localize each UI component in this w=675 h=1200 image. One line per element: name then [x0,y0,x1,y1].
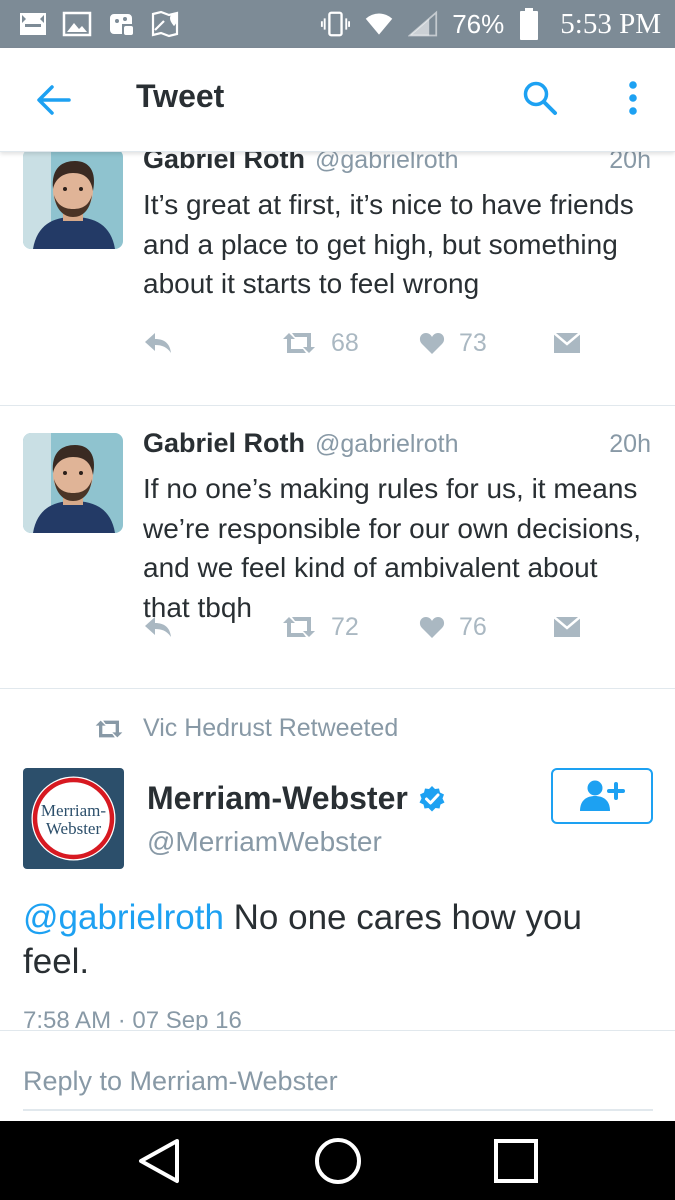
battery-percent: 76% [452,8,505,39]
avatar[interactable] [23,433,123,533]
add-user-icon [580,780,625,811]
reply-input[interactable] [23,1053,653,1111]
verified-badge-icon [419,785,445,811]
reply-button[interactable] [143,607,173,647]
triangle-back-icon [139,1139,179,1183]
tweet-header: Gabriel Roth @gabrielroth 20h [143,428,651,468]
heart-icon [419,617,445,638]
search-icon [523,81,557,115]
logo-text-line1: Merriam- [41,801,106,820]
status-clock: 5:53 PM [560,7,661,40]
notification-icon [18,10,48,38]
android-nav-bar [0,1121,675,1200]
gallery-icon [62,10,92,38]
nav-back-button[interactable] [131,1133,187,1189]
back-button[interactable] [30,78,76,122]
like-count: 73 [459,328,487,357]
like-count: 76 [459,612,487,641]
direct-message-button[interactable] [553,323,581,363]
wifi-icon [364,10,394,38]
author-handle[interactable]: @gabrielroth [315,430,459,459]
retweet-icon [283,617,315,637]
avatar[interactable] [23,152,123,249]
reply-icon [145,333,171,353]
status-left [18,10,180,38]
like-button[interactable]: 73 [419,323,487,363]
retweet-icon [95,720,123,738]
tweet-header: Gabriel Roth @gabrielroth 20h [143,152,651,184]
signal-icon [408,10,438,38]
like-button[interactable]: 76 [419,607,487,647]
tweet-text: If no one’s making rules for us, it mean… [143,473,642,623]
retweet-count: 68 [331,328,359,357]
more-options-button[interactable] [614,76,652,120]
tweet-text: It’s great at first, it’s nice to have f… [143,189,634,299]
status-bar: 76% 5:53 PM [0,0,675,48]
search-button[interactable] [518,76,562,120]
retweet-context[interactable]: Vic Hedrust Retweeted [0,712,675,746]
envelope-icon [553,616,581,637]
retweeted-by-label: Vic Hedrust Retweeted [143,714,399,742]
page-title: Tweet [136,78,225,114]
square-recents-icon [494,1139,538,1183]
retweet-icon [283,333,315,353]
battery-icon [518,8,540,40]
retweeted-tweet-text: @gabrielroth No one cares how you feel. [23,896,653,984]
tweet-time: 20h [609,152,651,174]
tweet-actions: 72 76 [143,607,603,647]
logo-text-line2: Webster [46,819,102,838]
author-name[interactable]: Gabriel Roth [143,152,305,175]
envelope-icon [553,332,581,353]
reply-bar [0,1030,675,1121]
more-vertical-icon [629,81,637,115]
nav-home-button[interactable] [310,1133,366,1189]
retweet-button[interactable]: 68 [281,323,359,363]
circle-home-icon [315,1138,361,1184]
retweet-count: 72 [331,612,359,641]
vibrate-icon [320,10,351,38]
author-handle[interactable]: @MerriamWebster [147,826,382,858]
retweet-button[interactable]: 72 [281,607,359,647]
tweet-actions: 68 73 [143,323,603,363]
retweeted-author-row: Merriam-Webster [147,780,446,817]
tweet-timestamp: 7:58 AM · 07 Sep 16 [23,1007,242,1030]
merriam-webster-logo[interactable]: Merriam- Webster [23,768,124,869]
tweet-time: 20h [609,430,651,458]
nav-recents-button[interactable] [488,1133,544,1189]
direct-message-button[interactable] [553,607,581,647]
reply-button[interactable] [143,323,173,363]
app-header: Tweet [0,48,675,152]
tweet-item[interactable]: Gabriel Roth @gabrielroth 20h If no one’… [0,406,675,689]
status-right: 76% 5:53 PM [320,8,661,41]
maps-icon [150,10,180,38]
tweet-item[interactable]: Gabriel Roth @gabrielroth 20h It’s great… [0,152,675,406]
heart-icon [419,333,445,354]
follow-button[interactable] [551,768,653,824]
back-arrow-icon [37,85,71,115]
reply-icon [145,617,171,637]
author-name[interactable]: Merriam-Webster [147,780,408,817]
mention-link[interactable]: @gabrielroth [23,898,224,937]
author-handle[interactable]: @gabrielroth [315,152,459,175]
game-controller-icon [106,10,136,38]
author-name[interactable]: Gabriel Roth [143,428,305,459]
tweet-timeline[interactable]: Gabriel Roth @gabrielroth 20h It’s great… [0,152,675,1030]
